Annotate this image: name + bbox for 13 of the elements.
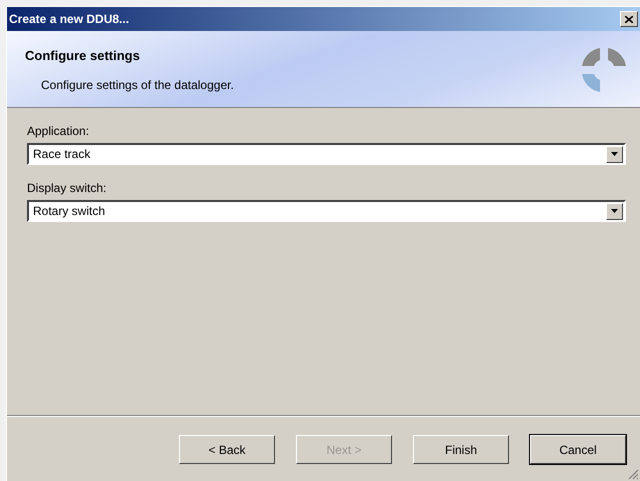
wizard-button[interactable]: Finish <box>413 435 509 464</box>
resize-grip-icon <box>627 468 639 480</box>
header-title: Configure settings <box>25 47 141 65</box>
header-subtitle: Configure settings of the datalogger. <box>40 76 234 94</box>
wizard-button[interactable]: Cancel <box>530 435 626 464</box>
wizard-button[interactable]: < Back <box>179 435 275 464</box>
field-label: Display switch: <box>27 180 108 197</box>
dropdown[interactable]: Race track <box>27 143 626 165</box>
field-label: Application: <box>27 123 90 140</box>
window-title: Create a new DDU8... <box>9 11 130 28</box>
close-button[interactable] <box>620 11 638 27</box>
dropdown[interactable]: Rotary switch <box>27 200 626 222</box>
close-icon <box>625 16 633 22</box>
